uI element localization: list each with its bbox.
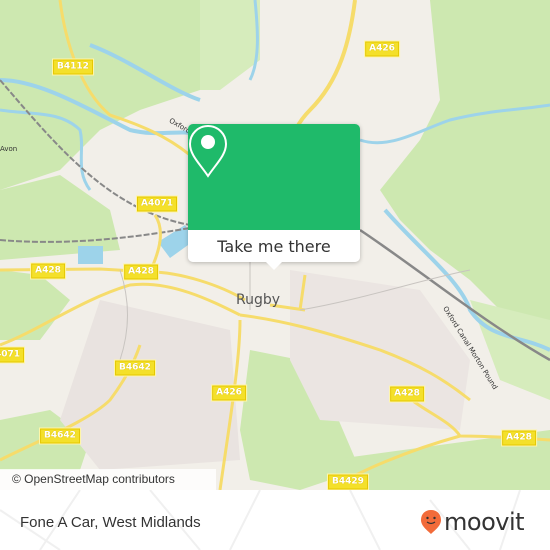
road-shield-a428: A428	[123, 263, 159, 281]
road-shield-b4642: B4642	[39, 427, 81, 445]
road-shield-a428: A428	[501, 429, 537, 447]
town-label-rugby: Rugby	[235, 292, 281, 308]
moovit-logo-icon	[421, 510, 441, 534]
park-area	[0, 0, 200, 190]
road-shield-a428: A428	[30, 262, 66, 280]
place-name: Fone A Car, West Midlands	[20, 514, 201, 531]
road-shield-a428: A428	[389, 385, 425, 403]
brand-name: moovit	[444, 508, 525, 536]
road-shield-b4429: B4429	[327, 473, 369, 490]
road-shield-a426: A426	[364, 40, 400, 58]
road	[148, 214, 162, 273]
road-shield-b4112: B4112	[52, 58, 94, 76]
road-shield-a426: A426	[211, 384, 247, 402]
map-attribution[interactable]: © OpenStreetMap contributors	[0, 469, 216, 490]
popup-header	[188, 124, 360, 230]
map-view[interactable]: B4112 A426 A4071 A428 A428 A428 A428 B46…	[0, 0, 550, 490]
waterway-label-avon: Avon	[0, 145, 18, 153]
moovit-logo[interactable]: moovit	[420, 508, 525, 536]
road-shield-a4071: A4071	[135, 195, 179, 213]
popup-pointer	[266, 262, 282, 270]
map-pin-icon	[188, 124, 228, 178]
take-me-there-button[interactable]: Take me there	[188, 230, 360, 262]
location-popup: Take me there	[188, 124, 360, 270]
road-shield-a4071: A4071	[0, 346, 26, 364]
park-area	[380, 0, 550, 330]
road-shield-b4642: B4642	[114, 359, 156, 377]
lake	[78, 246, 103, 264]
